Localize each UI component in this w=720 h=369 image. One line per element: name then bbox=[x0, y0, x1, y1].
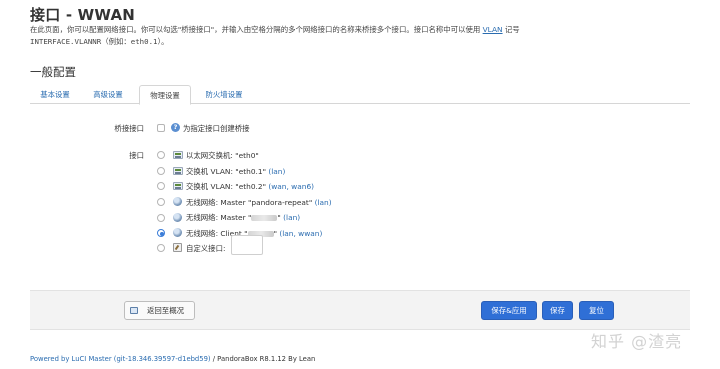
section-title: 一般配置 bbox=[30, 65, 76, 79]
description-text-4: ）。 bbox=[157, 37, 169, 46]
ethernet-switch-icon bbox=[173, 182, 183, 190]
interface-option-label: 自定义接口: bbox=[186, 244, 226, 253]
custom-interface-input[interactable] bbox=[231, 235, 263, 255]
description-text: 在此页面，你可以配置网络接口。你可以勾选"桥接接口"，并输入由空格分隔的多个网络… bbox=[30, 25, 481, 34]
ethernet-switch-icon bbox=[173, 151, 183, 159]
redacted-ssid bbox=[251, 215, 278, 221]
bridge-help-text: 为指定接口创建桥接 bbox=[183, 124, 250, 133]
network-link[interactable]: (lan) bbox=[283, 213, 300, 222]
back-icon bbox=[130, 307, 138, 314]
tab-bar: 基本设置 高级设置 物理设置 防火墙设置 bbox=[30, 85, 690, 105]
network-link[interactable]: (lan) bbox=[315, 198, 332, 207]
tab-advanced-settings[interactable]: 高级设置 bbox=[83, 85, 133, 104]
tab-firewall-settings[interactable]: 防火墙设置 bbox=[194, 85, 254, 104]
interface-option-label: 无线网络: Master " " (lan) bbox=[186, 213, 301, 222]
help-icon: ? bbox=[171, 123, 180, 132]
interface-option-label: 以太网交换机: "eth0" bbox=[186, 151, 259, 160]
back-to-overview-button[interactable]: 返回至概况 bbox=[124, 301, 195, 320]
ethernet-switch-icon bbox=[173, 167, 183, 175]
wireless-icon bbox=[173, 197, 182, 206]
interface-option-label: 无线网络: Master "pandora-repeat" (lan) bbox=[186, 198, 332, 207]
description-text-3: （例如： bbox=[101, 37, 131, 46]
custom-interface-icon bbox=[173, 243, 182, 252]
interface-radio-selected[interactable] bbox=[157, 229, 165, 237]
network-link[interactable]: (lan, wwan) bbox=[279, 229, 322, 238]
wireless-icon bbox=[173, 228, 182, 237]
luci-link[interactable]: Powered by LuCI Master (git-18.346.39597… bbox=[30, 355, 211, 363]
tab-physical-settings[interactable]: 物理设置 bbox=[139, 85, 191, 105]
wireless-icon bbox=[173, 213, 182, 222]
tab-basic-settings[interactable]: 基本设置 bbox=[30, 85, 80, 104]
interface-radio[interactable] bbox=[157, 198, 165, 206]
save-apply-button[interactable]: 保存&应用 bbox=[481, 301, 537, 320]
interface-option-label: 交换机 VLAN: "eth0.1" (lan) bbox=[186, 167, 286, 176]
description-text-2: 记号 bbox=[504, 25, 520, 34]
network-link[interactable]: (lan) bbox=[268, 167, 285, 176]
interface-label: 接口 bbox=[129, 151, 144, 160]
description-example: eth0.1 bbox=[130, 37, 158, 46]
interface-option-label: 交换机 VLAN: "eth0.2" (wan, wan6) bbox=[186, 182, 315, 191]
description-code: INTERFACE.VLANNR bbox=[30, 37, 102, 46]
interface-radio[interactable] bbox=[157, 214, 165, 222]
interface-radio[interactable] bbox=[157, 151, 165, 159]
interface-radio[interactable] bbox=[157, 244, 165, 252]
network-link[interactable]: (wan, wan6) bbox=[268, 182, 314, 191]
save-button[interactable]: 保存 bbox=[542, 301, 573, 320]
interface-radio[interactable] bbox=[157, 167, 165, 175]
vlan-link[interactable]: VLAN bbox=[483, 25, 503, 34]
page-description: 在此页面，你可以配置网络接口。你可以勾选"桥接接口"，并输入由空格分隔的多个网络… bbox=[30, 24, 670, 48]
action-bar: 返回至概况 保存&应用 保存 复位 bbox=[30, 290, 690, 330]
interface-radio[interactable] bbox=[157, 182, 165, 190]
reset-button[interactable]: 复位 bbox=[579, 301, 614, 320]
bridge-label: 桥接接口 bbox=[114, 124, 144, 133]
bridge-checkbox[interactable] bbox=[157, 124, 165, 132]
page-title: 接口 - WWAN bbox=[30, 6, 136, 24]
powered-by-rest: / PandoraBox R8.1.12 By Lean bbox=[210, 355, 316, 363]
powered-by: Powered by LuCI Master (git-18.346.39597… bbox=[30, 355, 315, 363]
watermark: 知乎 @渣亮 bbox=[591, 332, 683, 351]
